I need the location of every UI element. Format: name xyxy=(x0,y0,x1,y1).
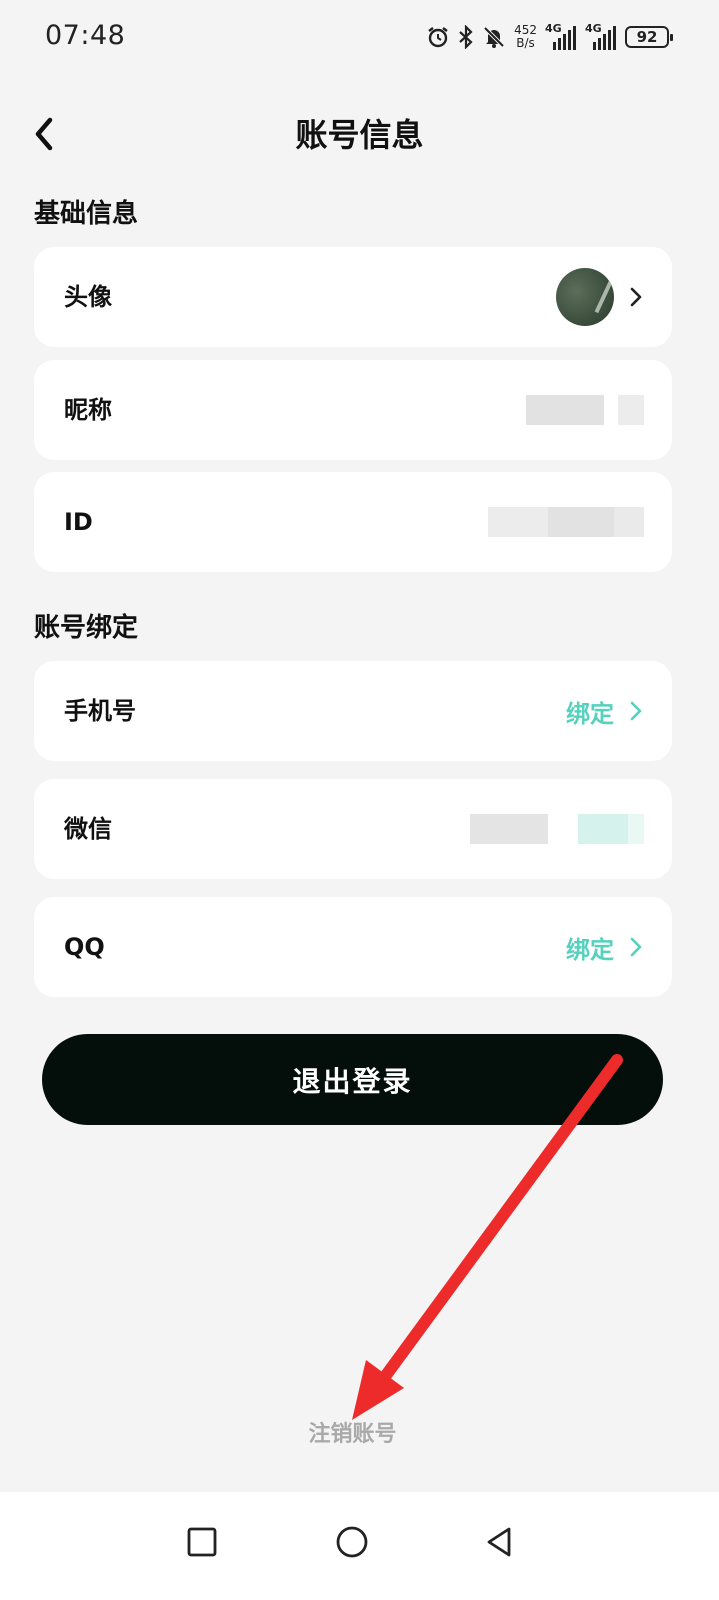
row-label: 昵称 xyxy=(64,396,112,424)
row-label: QQ xyxy=(64,933,105,961)
section-title-binding: 账号绑定 xyxy=(34,613,139,643)
home-button[interactable] xyxy=(322,1512,382,1572)
recent-apps-button[interactable] xyxy=(172,1512,232,1572)
home-icon xyxy=(336,1526,368,1558)
row-label: 手机号 xyxy=(64,697,136,725)
chevron-right-icon xyxy=(630,701,642,721)
net-speed: 452 B/s xyxy=(514,24,537,50)
row-label: ID xyxy=(64,508,93,536)
battery-icon: 92 xyxy=(625,26,673,48)
net-speed-unit: B/s xyxy=(516,36,535,50)
redacted-value xyxy=(470,814,644,844)
redacted-value xyxy=(488,507,644,537)
status-time: 07:48 xyxy=(45,20,126,51)
row-id[interactable]: ID xyxy=(34,472,672,572)
nav-back-button[interactable] xyxy=(470,1512,530,1572)
signal-icon: 4G xyxy=(545,22,577,50)
alarm-icon xyxy=(428,27,448,48)
section-title-basic: 基础信息 xyxy=(34,199,139,229)
row-nickname[interactable]: 昵称 xyxy=(34,360,672,460)
page-title: 账号信息 xyxy=(295,116,424,154)
bluetooth-icon xyxy=(459,25,473,49)
mute-bell-icon xyxy=(483,26,505,48)
back-triangle-icon xyxy=(487,1527,511,1557)
redacted-value xyxy=(526,395,644,425)
signal-icon: 4G xyxy=(585,22,617,50)
status-bar: 07:48 452 B/s 4G 4G 92 xyxy=(0,0,719,76)
cancel-account-link[interactable]: 注销账号 xyxy=(0,1416,705,1448)
battery-level: 92 xyxy=(636,28,658,46)
bind-phone-link[interactable]: 绑定 xyxy=(566,694,614,729)
chevron-right-icon xyxy=(630,287,642,307)
row-phone[interactable]: 手机号 绑定 xyxy=(34,661,672,761)
row-avatar[interactable]: 头像 xyxy=(34,247,672,347)
avatar xyxy=(556,268,614,326)
logout-button[interactable]: 退出登录 xyxy=(42,1034,663,1125)
bind-qq-link[interactable]: 绑定 xyxy=(566,930,614,965)
row-label: 微信 xyxy=(64,815,112,843)
status-icons: 452 B/s 4G 4G 92 xyxy=(426,22,673,52)
chevron-right-icon xyxy=(630,937,642,957)
row-label: 头像 xyxy=(64,283,112,311)
row-wechat[interactable]: 微信 xyxy=(34,779,672,879)
nav-bar xyxy=(0,1492,719,1600)
recent-apps-icon xyxy=(187,1527,217,1557)
row-qq[interactable]: QQ 绑定 xyxy=(34,897,672,997)
